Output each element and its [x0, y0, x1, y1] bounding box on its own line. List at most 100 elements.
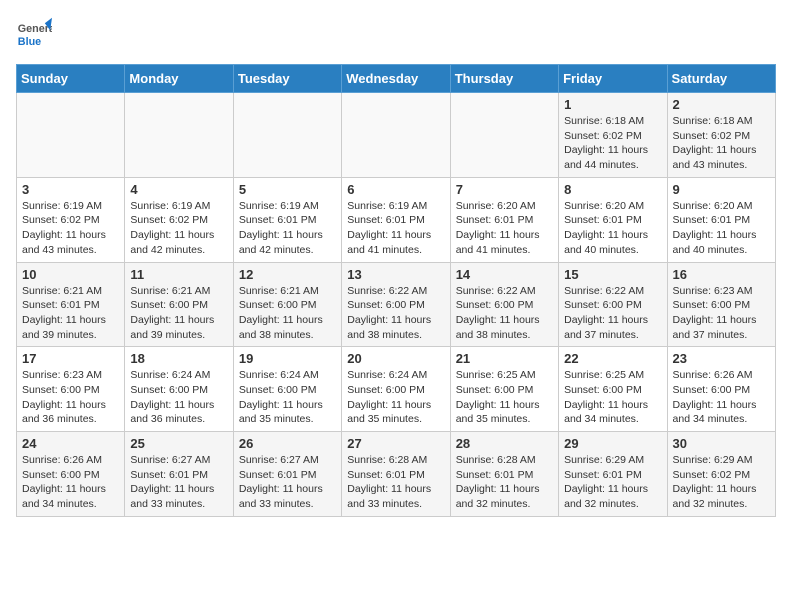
calendar-cell: 26 Sunrise: 6:27 AM Sunset: 6:01 PM Dayli…: [233, 432, 341, 517]
day-number: 30: [673, 436, 770, 451]
day-info: Sunrise: 6:19 AM Sunset: 6:01 PM Dayligh…: [347, 199, 444, 258]
weekday-header-tuesday: Tuesday: [233, 65, 341, 93]
calendar-cell: 4Sunrise: 6:19 AM Sunset: 6:02 PM Daylig…: [125, 177, 233, 262]
calendar-cell: 13 Sunrise: 6:22 AM Sunset: 6:00 PM Dayli…: [342, 262, 450, 347]
calendar-cell: 20 Sunrise: 6:24 AM Sunset: 6:00 PM Dayli…: [342, 347, 450, 432]
day-number: 28: [456, 436, 553, 451]
weekday-header-wednesday: Wednesday: [342, 65, 450, 93]
calendar-cell: [125, 93, 233, 178]
day-info: Sunrise: 6:29 AM Sunset: 6:01 PM Dayligh…: [564, 453, 661, 512]
day-info: Sunrise: 6:21 AM Sunset: 6:00 PM Dayligh…: [239, 284, 336, 343]
day-number: 17: [22, 351, 119, 366]
day-number: 23: [673, 351, 770, 366]
calendar-cell: [17, 93, 125, 178]
day-info: Sunrise: 6:28 AM Sunset: 6:01 PM Dayligh…: [456, 453, 553, 512]
day-number: 12: [239, 267, 336, 282]
calendar-week-2: 3 Sunrise: 6:19 AM Sunset: 6:02 PM Daylig…: [17, 177, 776, 262]
day-number: 10: [22, 267, 119, 282]
calendar-cell: 12 Sunrise: 6:21 AM Sunset: 6:00 PM Dayli…: [233, 262, 341, 347]
day-info: Sunrise: 6:19 AM Sunset: 6:01 PM Dayligh…: [239, 199, 336, 258]
calendar-cell: 21Sunrise: 6:25 AM Sunset: 6:00 PM Dayli…: [450, 347, 558, 432]
calendar-cell: 28 Sunrise: 6:28 AM Sunset: 6:01 PM Dayli…: [450, 432, 558, 517]
calendar-week-3: 10 Sunrise: 6:21 AM Sunset: 6:01 PM Dayli…: [17, 262, 776, 347]
day-number: 24: [22, 436, 119, 451]
weekday-header-saturday: Saturday: [667, 65, 775, 93]
calendar-cell: 10 Sunrise: 6:21 AM Sunset: 6:01 PM Dayli…: [17, 262, 125, 347]
day-info: Sunrise: 6:24 AM Sunset: 6:00 PM Dayligh…: [347, 368, 444, 427]
calendar-cell: 23 Sunrise: 6:26 AM Sunset: 6:00 PM Dayli…: [667, 347, 775, 432]
calendar-cell: 24 Sunrise: 6:26 AM Sunset: 6:00 PM Dayli…: [17, 432, 125, 517]
day-info: Sunrise: 6:22 AM Sunset: 6:00 PM Dayligh…: [564, 284, 661, 343]
page-header: General Blue: [16, 16, 776, 52]
calendar-cell: 7 Sunrise: 6:20 AM Sunset: 6:01 PM Daylig…: [450, 177, 558, 262]
day-info: Sunrise: 6:26 AM Sunset: 6:00 PM Dayligh…: [673, 368, 770, 427]
day-number: 3: [22, 182, 119, 197]
calendar-cell: [450, 93, 558, 178]
day-info: Sunrise: 6:23 AM Sunset: 6:00 PM Dayligh…: [673, 284, 770, 343]
weekday-header-monday: Monday: [125, 65, 233, 93]
day-number: 27: [347, 436, 444, 451]
day-number: 8: [564, 182, 661, 197]
day-info: Sunrise: 6:23 AM Sunset: 6:00 PM Dayligh…: [22, 368, 119, 427]
day-info: Sunrise: 6:27 AM Sunset: 6:01 PM Dayligh…: [130, 453, 227, 512]
calendar-cell: 11 Sunrise: 6:21 AM Sunset: 6:00 PM Dayli…: [125, 262, 233, 347]
calendar-cell: 22 Sunrise: 6:25 AM Sunset: 6:00 PM Dayli…: [559, 347, 667, 432]
calendar-cell: 6 Sunrise: 6:19 AM Sunset: 6:01 PM Daylig…: [342, 177, 450, 262]
day-number: 26: [239, 436, 336, 451]
day-info: Sunrise: 6:21 AM Sunset: 6:01 PM Dayligh…: [22, 284, 119, 343]
day-info: Sunrise: 6:18 AM Sunset: 6:02 PM Dayligh…: [673, 114, 770, 173]
calendar-table: SundayMondayTuesdayWednesdayThursdayFrid…: [16, 64, 776, 517]
calendar-cell: 5Sunrise: 6:19 AM Sunset: 6:01 PM Daylig…: [233, 177, 341, 262]
day-info: Sunrise: 6:27 AM Sunset: 6:01 PM Dayligh…: [239, 453, 336, 512]
calendar-cell: 17 Sunrise: 6:23 AM Sunset: 6:00 PM Dayli…: [17, 347, 125, 432]
day-info: Sunrise: 6:18 AM Sunset: 6:02 PM Dayligh…: [564, 114, 661, 173]
calendar-cell: 1Sunrise: 6:18 AM Sunset: 6:02 PM Daylig…: [559, 93, 667, 178]
day-info: Sunrise: 6:25 AM Sunset: 6:00 PM Dayligh…: [456, 368, 553, 427]
calendar-cell: 30 Sunrise: 6:29 AM Sunset: 6:02 PM Dayli…: [667, 432, 775, 517]
calendar-cell: 3 Sunrise: 6:19 AM Sunset: 6:02 PM Daylig…: [17, 177, 125, 262]
calendar-cell: 8 Sunrise: 6:20 AM Sunset: 6:01 PM Daylig…: [559, 177, 667, 262]
day-number: 25: [130, 436, 227, 451]
day-number: 15: [564, 267, 661, 282]
calendar-week-4: 17 Sunrise: 6:23 AM Sunset: 6:00 PM Dayli…: [17, 347, 776, 432]
day-number: 7: [456, 182, 553, 197]
day-number: 11: [130, 267, 227, 282]
weekday-header-sunday: Sunday: [17, 65, 125, 93]
day-number: 14: [456, 267, 553, 282]
day-info: Sunrise: 6:25 AM Sunset: 6:00 PM Dayligh…: [564, 368, 661, 427]
day-number: 29: [564, 436, 661, 451]
calendar-cell: 29 Sunrise: 6:29 AM Sunset: 6:01 PM Dayli…: [559, 432, 667, 517]
day-number: 22: [564, 351, 661, 366]
day-info: Sunrise: 6:20 AM Sunset: 6:01 PM Dayligh…: [564, 199, 661, 258]
day-number: 2: [673, 97, 770, 112]
day-info: Sunrise: 6:19 AM Sunset: 6:02 PM Dayligh…: [22, 199, 119, 258]
weekday-header-friday: Friday: [559, 65, 667, 93]
day-info: Sunrise: 6:24 AM Sunset: 6:00 PM Dayligh…: [130, 368, 227, 427]
day-info: Sunrise: 6:22 AM Sunset: 6:00 PM Dayligh…: [347, 284, 444, 343]
calendar-cell: 14Sunrise: 6:22 AM Sunset: 6:00 PM Dayli…: [450, 262, 558, 347]
day-info: Sunrise: 6:24 AM Sunset: 6:00 PM Dayligh…: [239, 368, 336, 427]
logo: General Blue: [16, 16, 52, 52]
svg-text:Blue: Blue: [18, 36, 41, 48]
day-number: 20: [347, 351, 444, 366]
day-info: Sunrise: 6:21 AM Sunset: 6:00 PM Dayligh…: [130, 284, 227, 343]
day-number: 13: [347, 267, 444, 282]
calendar-header-row: SundayMondayTuesdayWednesdayThursdayFrid…: [17, 65, 776, 93]
calendar-cell: 18 Sunrise: 6:24 AM Sunset: 6:00 PM Dayli…: [125, 347, 233, 432]
day-number: 9: [673, 182, 770, 197]
day-info: Sunrise: 6:29 AM Sunset: 6:02 PM Dayligh…: [673, 453, 770, 512]
calendar-cell: 25 Sunrise: 6:27 AM Sunset: 6:01 PM Dayli…: [125, 432, 233, 517]
day-info: Sunrise: 6:20 AM Sunset: 6:01 PM Dayligh…: [456, 199, 553, 258]
day-info: Sunrise: 6:26 AM Sunset: 6:00 PM Dayligh…: [22, 453, 119, 512]
calendar-cell: 2 Sunrise: 6:18 AM Sunset: 6:02 PM Daylig…: [667, 93, 775, 178]
day-info: Sunrise: 6:28 AM Sunset: 6:01 PM Dayligh…: [347, 453, 444, 512]
calendar-cell: 9 Sunrise: 6:20 AM Sunset: 6:01 PM Daylig…: [667, 177, 775, 262]
calendar-week-5: 24 Sunrise: 6:26 AM Sunset: 6:00 PM Dayli…: [17, 432, 776, 517]
calendar-cell: 15 Sunrise: 6:22 AM Sunset: 6:00 PM Dayli…: [559, 262, 667, 347]
calendar-cell: 16Sunrise: 6:23 AM Sunset: 6:00 PM Dayli…: [667, 262, 775, 347]
day-number: 18: [130, 351, 227, 366]
day-info: Sunrise: 6:19 AM Sunset: 6:02 PM Dayligh…: [130, 199, 227, 258]
day-number: 6: [347, 182, 444, 197]
day-info: Sunrise: 6:20 AM Sunset: 6:01 PM Dayligh…: [673, 199, 770, 258]
calendar-cell: [233, 93, 341, 178]
